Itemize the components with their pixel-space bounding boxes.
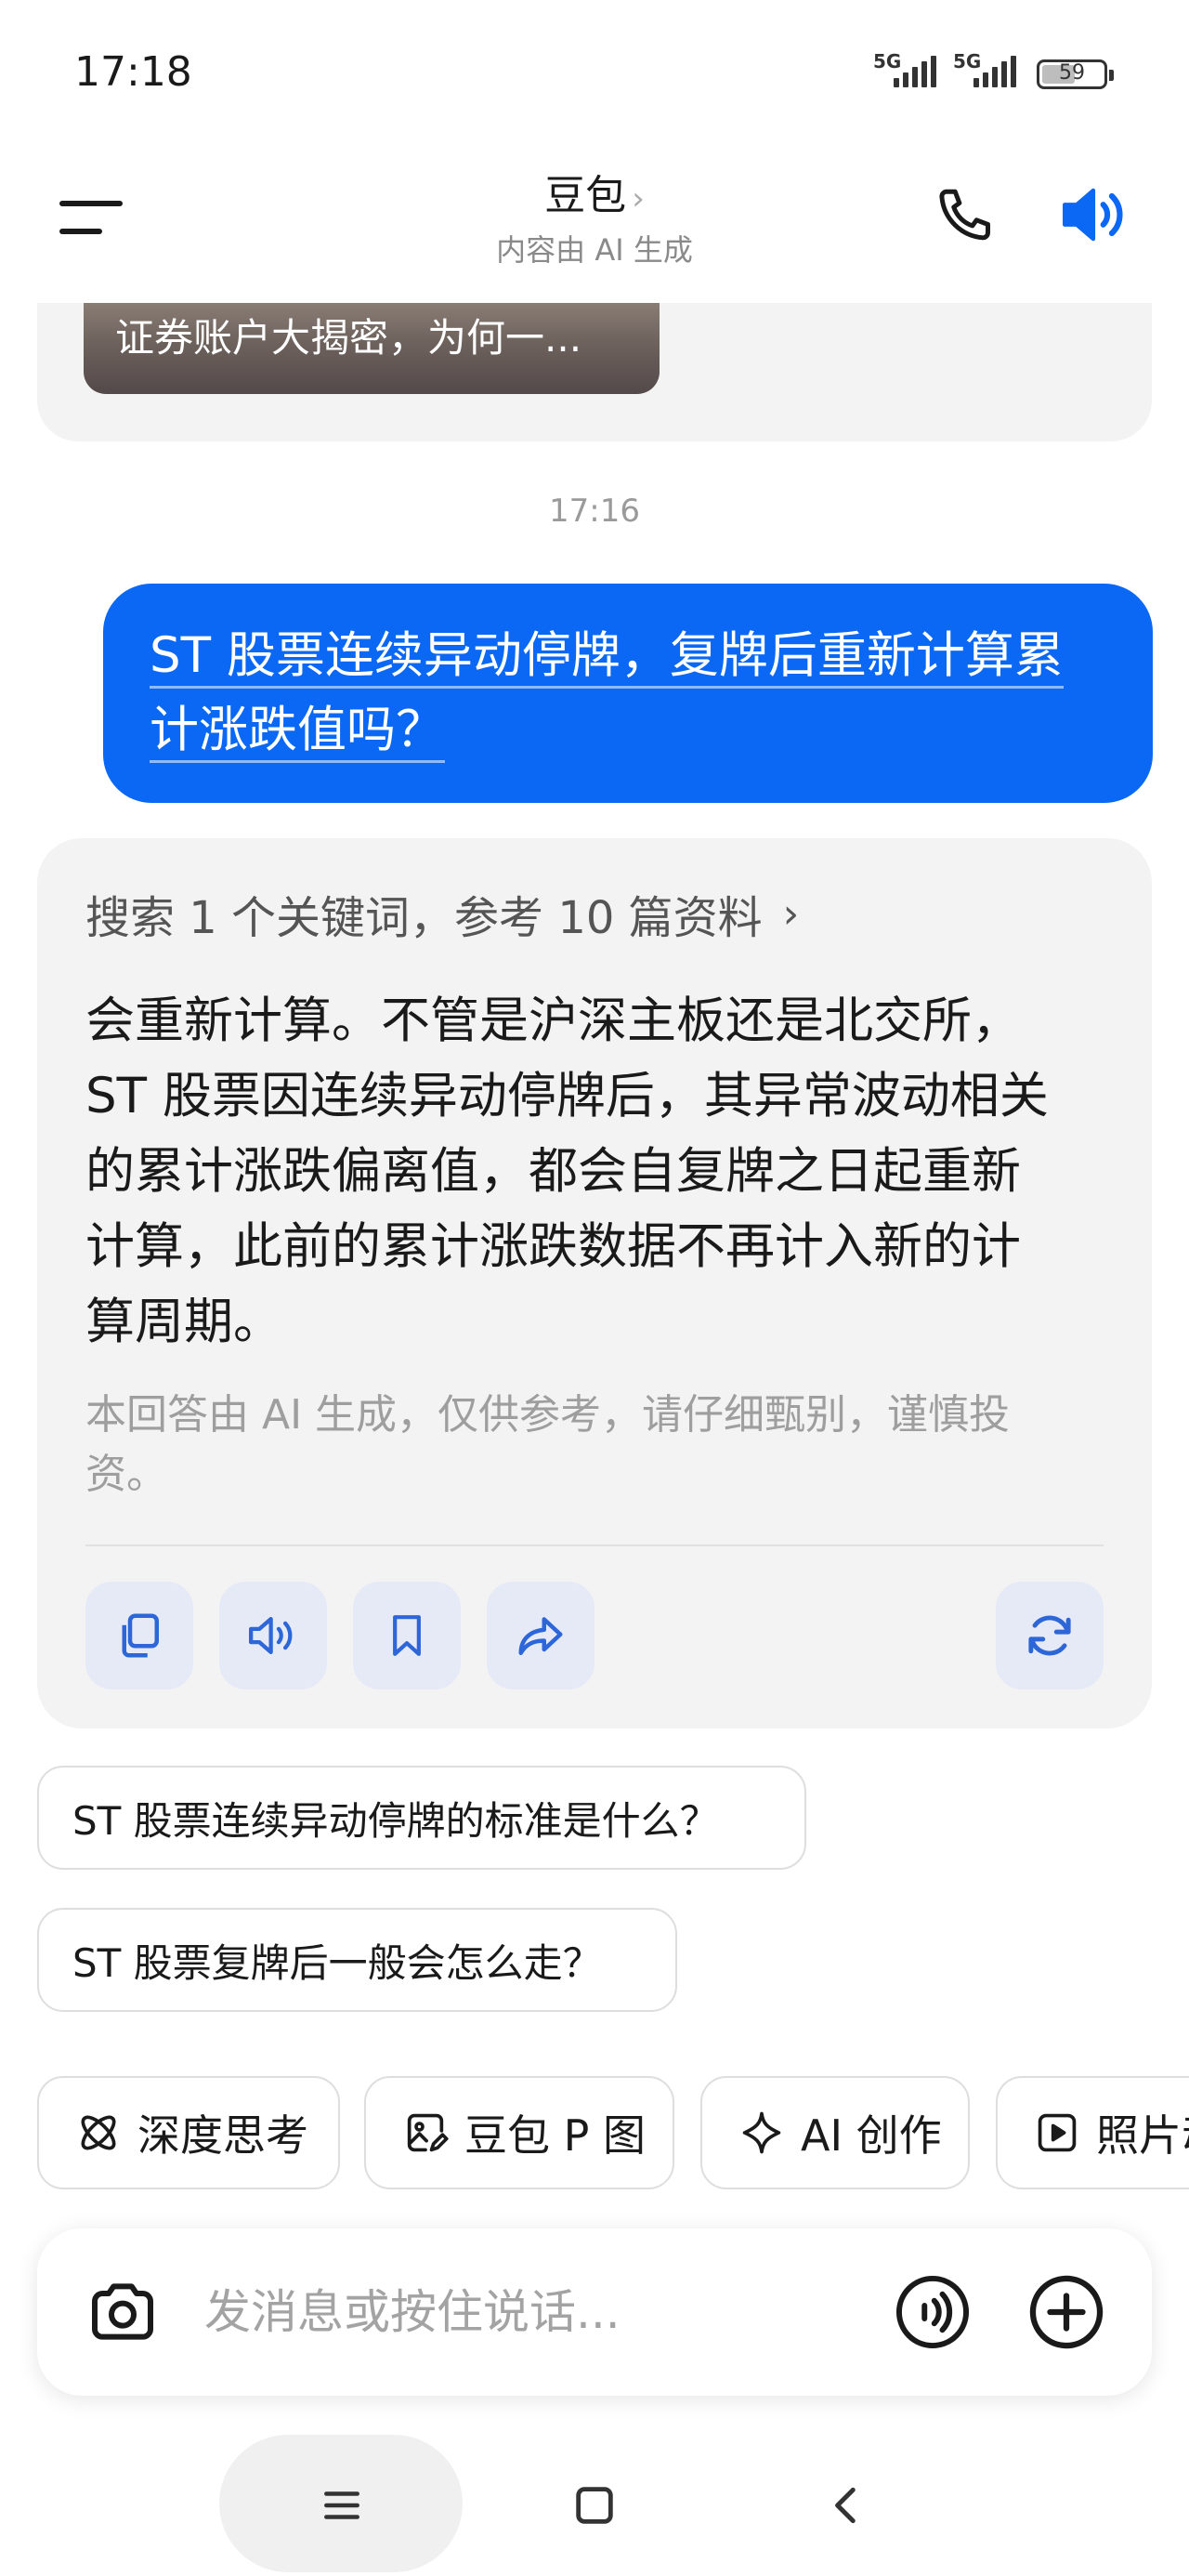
atom-icon xyxy=(81,2115,116,2150)
answer-line: ST 股票因连续异动停牌后，其异常波动相关 xyxy=(85,1068,1049,1124)
chat-title-block[interactable]: 豆包 › 内容由 AI 生成 xyxy=(0,162,1189,269)
tool-label: AI 创作 xyxy=(801,2110,942,2161)
voice-call-icon[interactable] xyxy=(894,2273,972,2351)
message-input-bar xyxy=(37,2228,1152,2396)
share-button[interactable] xyxy=(487,1582,594,1689)
user-message-text: ST 股票连续异动停牌，复牌后重新计算累 计涨跌值吗？ xyxy=(150,619,1106,768)
suggested-question[interactable]: ST 股票复牌后一般会怎么走？ xyxy=(37,1908,677,2012)
answer-line: 会重新计算。不管是沪深主板还是北交所， xyxy=(85,992,1021,1049)
bookmark-icon xyxy=(393,1615,421,1656)
tool-label: 照片动 xyxy=(1096,2110,1189,2161)
disclaimer-line: 资。 xyxy=(85,1451,167,1498)
copy-icon xyxy=(122,1613,159,1658)
back-button[interactable] xyxy=(817,2476,877,2535)
status-time: 17:18 xyxy=(74,48,192,96)
tool-image-edit[interactable]: 豆包 P 图 xyxy=(364,2076,674,2189)
read-aloud-button[interactable] xyxy=(219,1582,327,1689)
divider xyxy=(85,1544,1104,1546)
answer-line: 算周期。 xyxy=(85,1294,282,1350)
tool-label: 豆包 P 图 xyxy=(464,2110,646,2161)
answer-actions xyxy=(85,1582,1104,1689)
tool-ai-create[interactable]: AI 创作 xyxy=(700,2076,970,2189)
battery-level: 59 xyxy=(1059,61,1085,85)
chevron-right-icon: › xyxy=(632,180,645,217)
tool-deep-thinking[interactable]: 深度思考 xyxy=(37,2076,340,2189)
message-input[interactable] xyxy=(204,2271,780,2353)
answer-line: 计算，此前的累计涨跌数据不再计入新的计 xyxy=(85,1218,1021,1275)
image-edit-icon xyxy=(407,2113,449,2152)
chevron-right-icon: › xyxy=(782,889,800,938)
user-message-line: ST 股票连续异动停牌，复牌后重新计算累 xyxy=(150,627,1064,689)
regenerate-button[interactable] xyxy=(996,1582,1104,1689)
ai-disclaimer: 本回答由 AI 生成，仅供参考，请仔细甄别，谨慎投 资。 xyxy=(85,1386,1104,1505)
camera-icon[interactable] xyxy=(85,2275,160,2349)
battery-icon: 59 xyxy=(1037,59,1114,89)
user-message-bubble[interactable]: ST 股票连续异动停牌，复牌后重新计算累 计涨跌值吗？ xyxy=(103,584,1153,803)
suggested-question[interactable]: ST 股票连续异动停牌的标准是什么？ xyxy=(37,1766,806,1870)
share-icon xyxy=(518,1617,563,1655)
answer-text: 会重新计算。不管是沪深主板还是北交所， ST 股票因连续异动停牌后，其异常波动相… xyxy=(85,983,1104,1360)
chat-header: 豆包 › 内容由 AI 生成 xyxy=(0,149,1189,303)
tool-photo-animate[interactable]: 照片动 xyxy=(996,2076,1189,2189)
user-message-line: 计涨跌值吗？ xyxy=(150,702,445,763)
recent-apps-button[interactable] xyxy=(312,2476,372,2535)
chat-title: 豆包 xyxy=(544,172,627,219)
network-type-2: 5G xyxy=(953,50,982,72)
search-summary: 搜索 1 个关键词，参考 10 篇资料 xyxy=(85,892,763,944)
speaker-icon[interactable] xyxy=(1059,180,1133,249)
refresh-icon xyxy=(1028,1615,1071,1656)
suggestion-text: ST 股票复牌后一般会怎么走？ xyxy=(72,1939,602,1986)
tool-label: 深度思考 xyxy=(137,2110,308,2161)
status-bar: 17:18 5G 5G 59 xyxy=(0,0,1189,149)
plus-icon[interactable] xyxy=(1027,2273,1105,2351)
system-nav-bar xyxy=(0,2416,1189,2576)
menu-lines-icon xyxy=(324,2491,359,2519)
square-icon xyxy=(576,2487,613,2524)
ai-generated-note: 内容由 AI 生成 xyxy=(496,232,693,268)
disclaimer-line: 本回答由 AI 生成，仅供参考，请仔细甄别，谨慎投 xyxy=(85,1391,1011,1439)
signal-icon-sim1: 5G xyxy=(873,50,936,87)
network-type-1: 5G xyxy=(873,50,902,72)
previous-answer-card: 证券账户大揭密，为何一... xyxy=(37,279,1152,441)
message-timestamp: 17:16 xyxy=(549,493,640,530)
home-button[interactable] xyxy=(565,2476,624,2535)
signal-icon-sim2: 5G xyxy=(953,50,1016,87)
phone-icon[interactable] xyxy=(933,182,998,247)
ai-answer-card: 搜索 1 个关键词，参考 10 篇资料 › 会重新计算。不管是沪深主板还是北交所… xyxy=(37,838,1152,1728)
speaker-outline-icon xyxy=(249,1616,293,1655)
search-references-link[interactable]: 搜索 1 个关键词，参考 10 篇资料 › xyxy=(85,881,1104,946)
answer-line: 的累计涨跌偏离值，都会自复牌之日起重新 xyxy=(85,1143,1021,1200)
copy-button[interactable] xyxy=(85,1582,193,1689)
suggestion-text: ST 股票连续异动停牌的标准是什么？ xyxy=(72,1797,719,1844)
video-caption: 证券账户大揭密，为何一... xyxy=(115,315,582,361)
play-square-icon xyxy=(1038,2113,1077,2152)
sparkle-icon xyxy=(742,2111,781,2154)
chevron-left-icon xyxy=(835,2487,856,2524)
bookmark-button[interactable] xyxy=(353,1582,461,1689)
